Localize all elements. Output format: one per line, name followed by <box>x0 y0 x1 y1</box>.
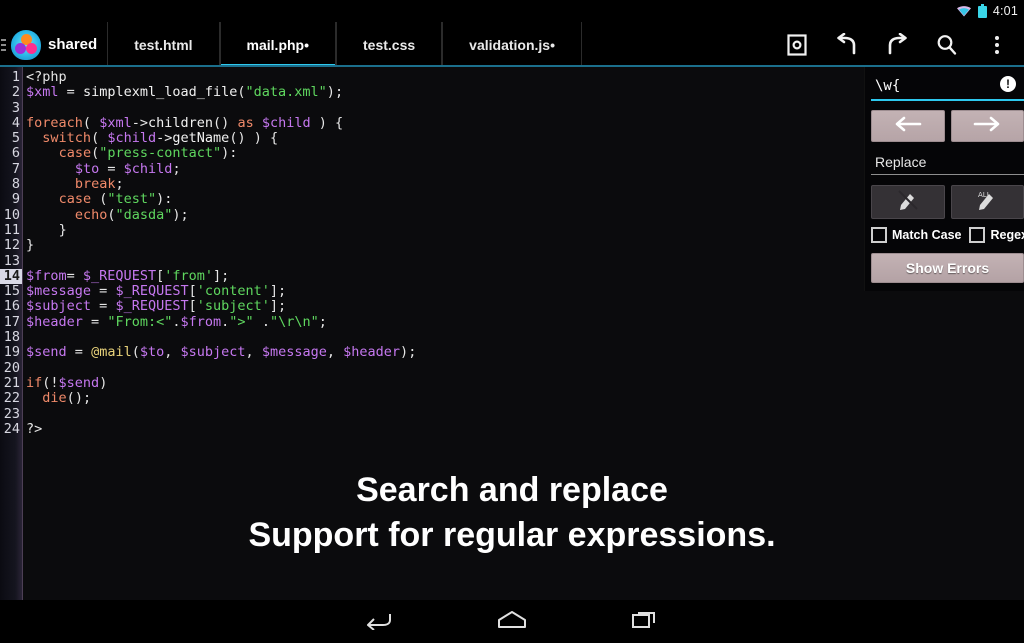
undo-button[interactable] <box>822 22 872 67</box>
app-toolbar: shared test.html mail.php• test.css vali… <box>0 22 1024 67</box>
tab-label: validation.js• <box>469 36 555 53</box>
line-number: 1 <box>11 69 20 85</box>
app-screen: 4:01 shared test.html mail.php• test.css <box>0 0 1024 643</box>
line-number: 5 <box>11 130 20 147</box>
line-number-current: 14 <box>0 268 22 285</box>
line-number: 8 <box>11 176 20 193</box>
search-icon <box>935 33 959 57</box>
match-case-label: Match Case <box>892 228 962 242</box>
search-input[interactable]: \w{ ! <box>871 73 1024 101</box>
tab-label: mail.php• <box>246 36 310 53</box>
search-options-row: Match Case Regex <box>871 227 1024 243</box>
line-number: 16 <box>3 298 20 315</box>
find-next-button[interactable] <box>950 110 1024 142</box>
regex-label: Regex <box>990 228 1024 242</box>
undo-icon <box>834 32 860 57</box>
svg-text:ALL: ALL <box>978 191 991 199</box>
more-vertical-icon <box>995 35 999 54</box>
line-number: 19 <box>3 344 20 361</box>
match-case-checkbox[interactable]: Match Case <box>871 227 961 243</box>
wifi-icon <box>956 5 972 17</box>
toolbar-actions <box>772 22 1024 67</box>
line-number-gutter: 1 2 3 4 5 6 7 8 9 10 11 12 13 14 15 16 1… <box>0 67 23 600</box>
code-line: if(!$send) <box>26 374 108 391</box>
recents-icon <box>631 608 661 635</box>
line-number: 11 <box>3 221 20 238</box>
line-number: 6 <box>11 145 20 162</box>
show-errors-label: Show Errors <box>905 260 990 276</box>
arrow-right-icon <box>972 116 1002 137</box>
line-number: 2 <box>11 84 20 101</box>
save-button[interactable] <box>772 22 822 67</box>
tab-test-css[interactable]: test.css <box>336 22 443 67</box>
code-line: $send = @mail($to, $subject, $message, $… <box>26 344 417 361</box>
replace-one-icon <box>897 189 919 216</box>
overflow-menu-button[interactable] <box>972 22 1022 67</box>
line-number: 23 <box>3 405 20 422</box>
android-recents-button[interactable] <box>629 609 663 635</box>
back-arrow-icon <box>363 608 393 635</box>
tab-mail-php[interactable]: mail.php• <box>219 22 337 67</box>
line-number: 17 <box>3 313 20 330</box>
line-number: 13 <box>3 252 20 269</box>
file-tab-bar: test.html mail.php• test.css validation.… <box>107 22 772 67</box>
line-number: 7 <box>11 160 20 177</box>
checkbox-box-icon <box>969 227 986 243</box>
search-button[interactable] <box>922 22 972 67</box>
replace-input-placeholder: Replace <box>875 154 927 170</box>
save-icon <box>787 33 807 56</box>
line-number: 9 <box>11 191 20 208</box>
code-line: $subject = $_REQUEST['subject']; <box>26 298 287 315</box>
line-number: 3 <box>11 99 20 116</box>
line-number: 4 <box>11 114 20 131</box>
replace-all-button[interactable]: ALL <box>950 185 1024 219</box>
line-number: 10 <box>3 206 20 223</box>
line-number: 15 <box>3 283 20 300</box>
status-bar-clock: 4:01 <box>992 4 1018 18</box>
regex-checkbox[interactable]: Regex <box>969 227 1024 243</box>
tab-validation-js[interactable]: validation.js• <box>442 22 582 67</box>
line-number: 18 <box>3 329 20 346</box>
replace-input[interactable]: Replace <box>871 150 1024 175</box>
arrow-left-icon <box>893 116 923 137</box>
checkbox-box-icon <box>871 227 887 243</box>
replace-actions-row: ALL <box>871 185 1024 219</box>
replace-all-icon: ALL <box>976 189 998 216</box>
android-home-button[interactable] <box>495 609 529 635</box>
line-number: 22 <box>3 390 20 407</box>
redo-button[interactable] <box>872 22 922 67</box>
redo-icon <box>884 32 910 57</box>
code-line: ?> <box>26 420 43 437</box>
code-line: $header = "From:<".$from.">" ."\r\n"; <box>26 313 327 330</box>
line-number: 24 <box>3 420 20 437</box>
error-exclamation-icon[interactable]: ! <box>1000 76 1016 92</box>
search-replace-panel: \w{ ! Replace ALL Match Case Rege Show E… <box>864 67 1024 291</box>
line-number: 20 <box>3 359 20 376</box>
tab-label: test.html <box>134 36 193 53</box>
android-back-button[interactable] <box>361 609 395 635</box>
line-number: 21 <box>3 374 20 391</box>
home-icon <box>496 609 528 634</box>
app-name-label: shared <box>48 36 98 53</box>
battery-icon <box>977 4 987 18</box>
app-logo-icon <box>11 29 41 60</box>
drawer-grip-icon[interactable] <box>0 22 9 67</box>
search-input-value: \w{ <box>875 78 901 94</box>
tab-label: test.css <box>363 36 416 53</box>
find-previous-button[interactable] <box>871 110 945 142</box>
replace-button[interactable] <box>871 185 945 219</box>
show-errors-button[interactable]: Show Errors <box>871 253 1024 283</box>
android-status-bar: 4:01 <box>0 0 1024 22</box>
code-line: die(); <box>42 390 92 407</box>
app-brand[interactable]: shared <box>9 22 107 67</box>
android-navigation-bar <box>0 600 1024 643</box>
search-nav-row <box>871 110 1024 142</box>
line-number: 12 <box>3 237 20 254</box>
tab-test-html[interactable]: test.html <box>107 22 220 67</box>
editor-area: 1 2 3 4 5 6 7 8 9 10 11 12 13 14 15 16 1… <box>0 67 1024 600</box>
